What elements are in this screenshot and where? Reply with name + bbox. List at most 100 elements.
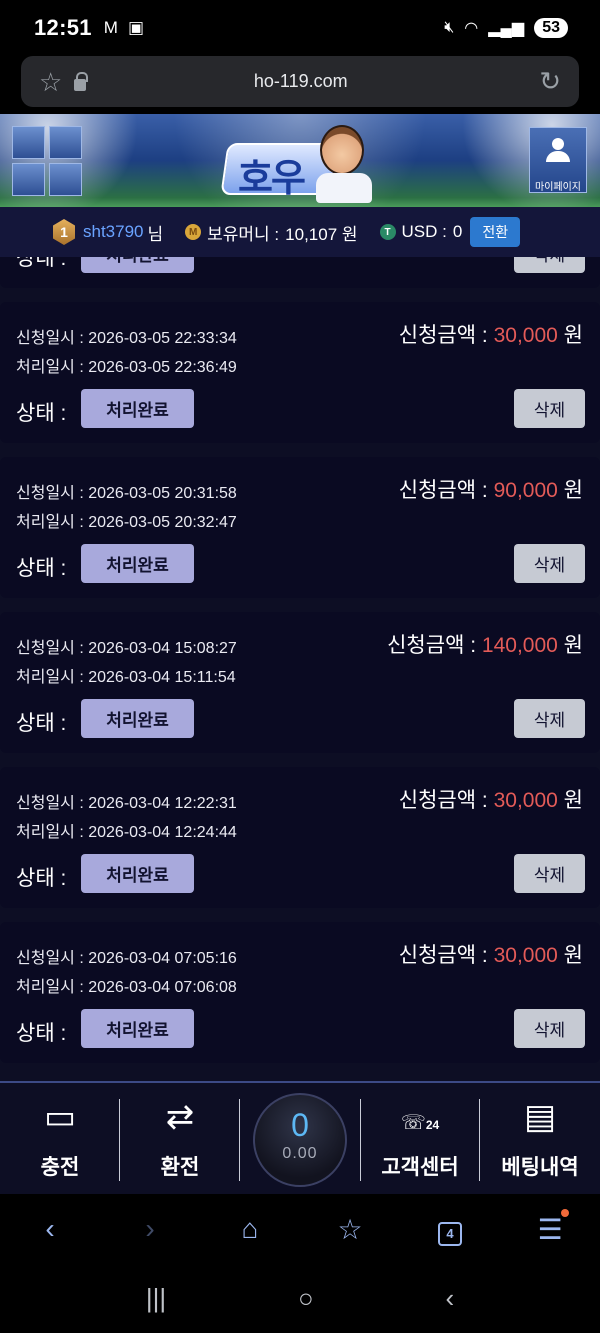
battery-indicator: 53 bbox=[534, 18, 568, 38]
notification-dot bbox=[560, 1208, 569, 1217]
amount-row: 신청금액 : 90,000 원 bbox=[398, 479, 583, 502]
status-left-icons: M ▣ bbox=[104, 18, 144, 38]
status-right-icons: 🔇︎ ◠ ▂▄▆ 53 bbox=[444, 18, 568, 38]
request-time: 2026-03-04 12:22:31 bbox=[88, 795, 237, 812]
switch-button[interactable]: 전환 bbox=[470, 217, 521, 247]
usd-value: 0 bbox=[452, 222, 463, 241]
nav-support[interactable]: ☏24 고객센터 bbox=[360, 1083, 480, 1194]
wifi-icon: ◠ bbox=[464, 20, 479, 37]
nav-withdraw[interactable]: ⇄ 환전 bbox=[120, 1083, 240, 1194]
status-label: 상태 : bbox=[16, 867, 67, 890]
site-bottom-nav: ▭ 충전 ⇄ 환전 0 0.00 ☏24 고객센터 ▤ 베팅내역 bbox=[0, 1081, 600, 1194]
process-time: 2026-03-05 20:32:47 bbox=[88, 514, 237, 531]
site-logo[interactable]: 호우 bbox=[220, 121, 380, 205]
nav-deposit[interactable]: ▭ 충전 bbox=[0, 1083, 120, 1194]
request-time: 2026-03-04 07:05:16 bbox=[88, 950, 237, 967]
lock-icon[interactable] bbox=[74, 71, 89, 91]
usd-label: USD : bbox=[401, 222, 447, 241]
status-bar: 12:51 M ▣ 🔇︎ ◠ ▂▄▆ 53 bbox=[0, 0, 600, 56]
request-time-row: 신청일시 : 2026-03-04 07:05:16 bbox=[16, 950, 237, 967]
tabs-count: 4 bbox=[438, 1221, 462, 1246]
history-card: 신청일시 : 2026-03-04 12:22:31 처리일시 : 2026-0… bbox=[0, 767, 600, 908]
status-time: 12:51 bbox=[34, 15, 92, 40]
status-done-button[interactable]: 처리완료 bbox=[81, 699, 194, 738]
status-label: 상태 : bbox=[16, 712, 67, 735]
process-time-row: 처리일시 : 2026-03-04 07:06:08 bbox=[16, 979, 237, 996]
nav-deposit-label: 충전 bbox=[40, 1156, 80, 1179]
menu-icon[interactable]: ☰ bbox=[500, 1208, 600, 1246]
home-icon[interactable]: ⌂ bbox=[200, 1213, 300, 1245]
nav-bet-history[interactable]: ▤ 베팅내역 bbox=[480, 1083, 600, 1194]
request-time: 2026-03-05 22:33:34 bbox=[88, 330, 237, 347]
history-card: 신청일시 : 2026-03-05 22:33:34 처리일시 : 2026-0… bbox=[0, 302, 600, 443]
status-done-button[interactable]: 처리완료 bbox=[81, 257, 194, 273]
process-time: 2026-03-04 07:06:08 bbox=[88, 979, 237, 996]
amount-value: 90,000 bbox=[493, 479, 558, 502]
support-phone-24-icon: ☏24 bbox=[400, 1112, 440, 1134]
mypage-button[interactable]: 마이페이지 bbox=[529, 127, 587, 193]
status-label: 상태 : bbox=[16, 1022, 67, 1045]
user-info-bar: 1 sht3790 님 M 보유머니 : 10,107 원 T USD : 0 … bbox=[0, 207, 600, 257]
amount-row: 신청금액 : 30,000 원 bbox=[398, 944, 583, 967]
request-time-row: 신청일시 : 2026-03-05 22:33:34 bbox=[16, 330, 237, 347]
history-card: 신청일시 : 2026-03-04 15:08:27 처리일시 : 2026-0… bbox=[0, 612, 600, 753]
process-time-row: 처리일시 : 2026-03-04 15:11:54 bbox=[16, 669, 236, 686]
nav-balance-button[interactable]: 0 0.00 bbox=[240, 1083, 360, 1194]
delete-button[interactable]: 삭제 bbox=[514, 1009, 585, 1048]
android-nav-bar: ||| ○ ‹ bbox=[0, 1264, 600, 1333]
bookmarks-star-icon[interactable]: ☆ bbox=[300, 1213, 400, 1246]
status-done-button[interactable]: 처리완료 bbox=[81, 1009, 194, 1048]
deposit-card-icon: ▭ bbox=[43, 1098, 77, 1136]
process-time-row: 처리일시 : 2026-03-05 22:36:49 bbox=[16, 359, 237, 376]
delete-button[interactable]: 삭제 bbox=[514, 544, 585, 583]
amount-row: 신청금액 : 30,000 원 bbox=[398, 789, 583, 812]
bookmark-star-icon[interactable]: ☆ bbox=[39, 69, 62, 95]
process-time-row: 처리일시 : 2026-03-05 20:32:47 bbox=[16, 514, 237, 531]
grid-menu-icon[interactable] bbox=[12, 126, 82, 196]
request-time: 2026-03-05 20:31:58 bbox=[88, 485, 237, 502]
amount-value: 30,000 bbox=[493, 324, 558, 347]
home-circle-icon[interactable]: ○ bbox=[298, 1283, 314, 1314]
delete-button[interactable]: 삭제 bbox=[514, 257, 585, 273]
delete-button[interactable]: 삭제 bbox=[514, 699, 585, 738]
process-time: 2026-03-05 22:36:49 bbox=[88, 359, 237, 376]
process-time: 2026-03-04 12:24:44 bbox=[88, 824, 237, 841]
url-bar[interactable]: ☆ ho-119.com ↻ bbox=[21, 56, 579, 107]
gmail-icon: M bbox=[103, 18, 118, 37]
mascot-face bbox=[320, 125, 364, 175]
history-card: 신청일시 : 2026-03-05 20:31:58 처리일시 : 2026-0… bbox=[0, 457, 600, 598]
balance-amount: 0.00 bbox=[282, 1145, 318, 1162]
status-done-button[interactable]: 처리완료 bbox=[81, 389, 194, 428]
username: sht3790 bbox=[83, 222, 144, 241]
process-time: 2026-03-04 15:11:54 bbox=[88, 669, 236, 686]
amount-row: 신청금액 : 140,000 원 bbox=[387, 634, 583, 657]
page: 12:51 M ▣ 🔇︎ ◠ ▂▄▆ 53 ☆ ho-119.com ↻ 호우 bbox=[0, 0, 600, 1333]
amount-value: 140,000 bbox=[481, 634, 558, 657]
site-header: 호우 마이페이지 bbox=[0, 114, 600, 207]
request-time: 2026-03-04 15:08:27 bbox=[88, 640, 237, 657]
recent-apps-icon[interactable]: ||| bbox=[146, 1283, 166, 1314]
tabs-button[interactable]: 4 bbox=[400, 1213, 500, 1246]
status-label: 상태 : bbox=[16, 557, 67, 580]
status-done-button[interactable]: 처리완료 bbox=[81, 544, 194, 583]
status-done-button[interactable]: 처리완료 bbox=[81, 854, 194, 893]
nav-bet-history-label: 베팅내역 bbox=[501, 1156, 579, 1179]
status-label: 상태 : bbox=[16, 257, 67, 270]
usd-coin-icon: T bbox=[379, 224, 396, 240]
forward-arrow-icon[interactable]: › bbox=[100, 1213, 200, 1245]
screenshot-icon: ▣ bbox=[127, 18, 145, 37]
nav-support-label: 고객센터 bbox=[381, 1156, 459, 1179]
delete-button[interactable]: 삭제 bbox=[514, 854, 585, 893]
nav-withdraw-label: 환전 bbox=[160, 1156, 200, 1179]
history-card-partial: 상태 : 처리완료 삭제 bbox=[0, 257, 600, 288]
reload-icon[interactable]: ↻ bbox=[539, 66, 561, 97]
amount-value: 30,000 bbox=[493, 944, 558, 967]
url-text[interactable]: ho-119.com bbox=[86, 71, 515, 92]
mute-icon: 🔇︎ bbox=[444, 19, 455, 36]
balance-count: 0 bbox=[291, 1107, 309, 1143]
signal-icon: ▂▄▆ bbox=[488, 20, 525, 37]
mascot-body bbox=[316, 173, 372, 203]
system-back-icon[interactable]: ‹ bbox=[445, 1283, 454, 1314]
delete-button[interactable]: 삭제 bbox=[514, 389, 585, 428]
back-arrow-icon[interactable]: ‹ bbox=[0, 1213, 100, 1245]
